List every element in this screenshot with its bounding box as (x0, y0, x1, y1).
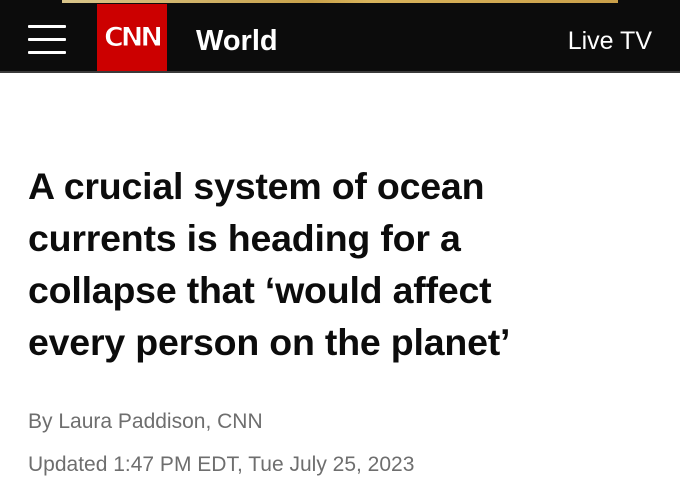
byline-source: , CNN (205, 410, 263, 433)
headline-line: A crucial system of ocean (28, 165, 485, 207)
article-byline: By Laura Paddison, CNN (28, 408, 263, 436)
menu-bar-middle (28, 38, 66, 41)
article-headline: A crucial system of ocean currents is he… (28, 160, 658, 368)
section-title[interactable]: World (196, 24, 278, 58)
headline-line: every person on the planet’ (28, 321, 511, 363)
live-tv-link[interactable]: Live TV (568, 26, 652, 56)
author-link[interactable]: Laura Paddison (58, 410, 205, 433)
cnn-logo-text: CNN (103, 22, 163, 53)
cnn-logo[interactable]: CNN (97, 4, 167, 71)
headline-line: currents is heading for a (28, 217, 461, 259)
menu-bar-top (28, 25, 66, 28)
site-header: CNN World Live TV (0, 4, 680, 71)
header-divider (0, 71, 680, 73)
hamburger-menu-icon[interactable] (28, 25, 66, 55)
ad-banner-sliver[interactable] (62, 0, 618, 3)
menu-bar-bottom (28, 51, 66, 54)
byline-prefix: By (28, 410, 59, 433)
article-timestamp: Updated 1:47 PM EDT, Tue July 25, 2023 (28, 453, 415, 476)
headline-line: collapse that ‘would affect (28, 269, 492, 311)
